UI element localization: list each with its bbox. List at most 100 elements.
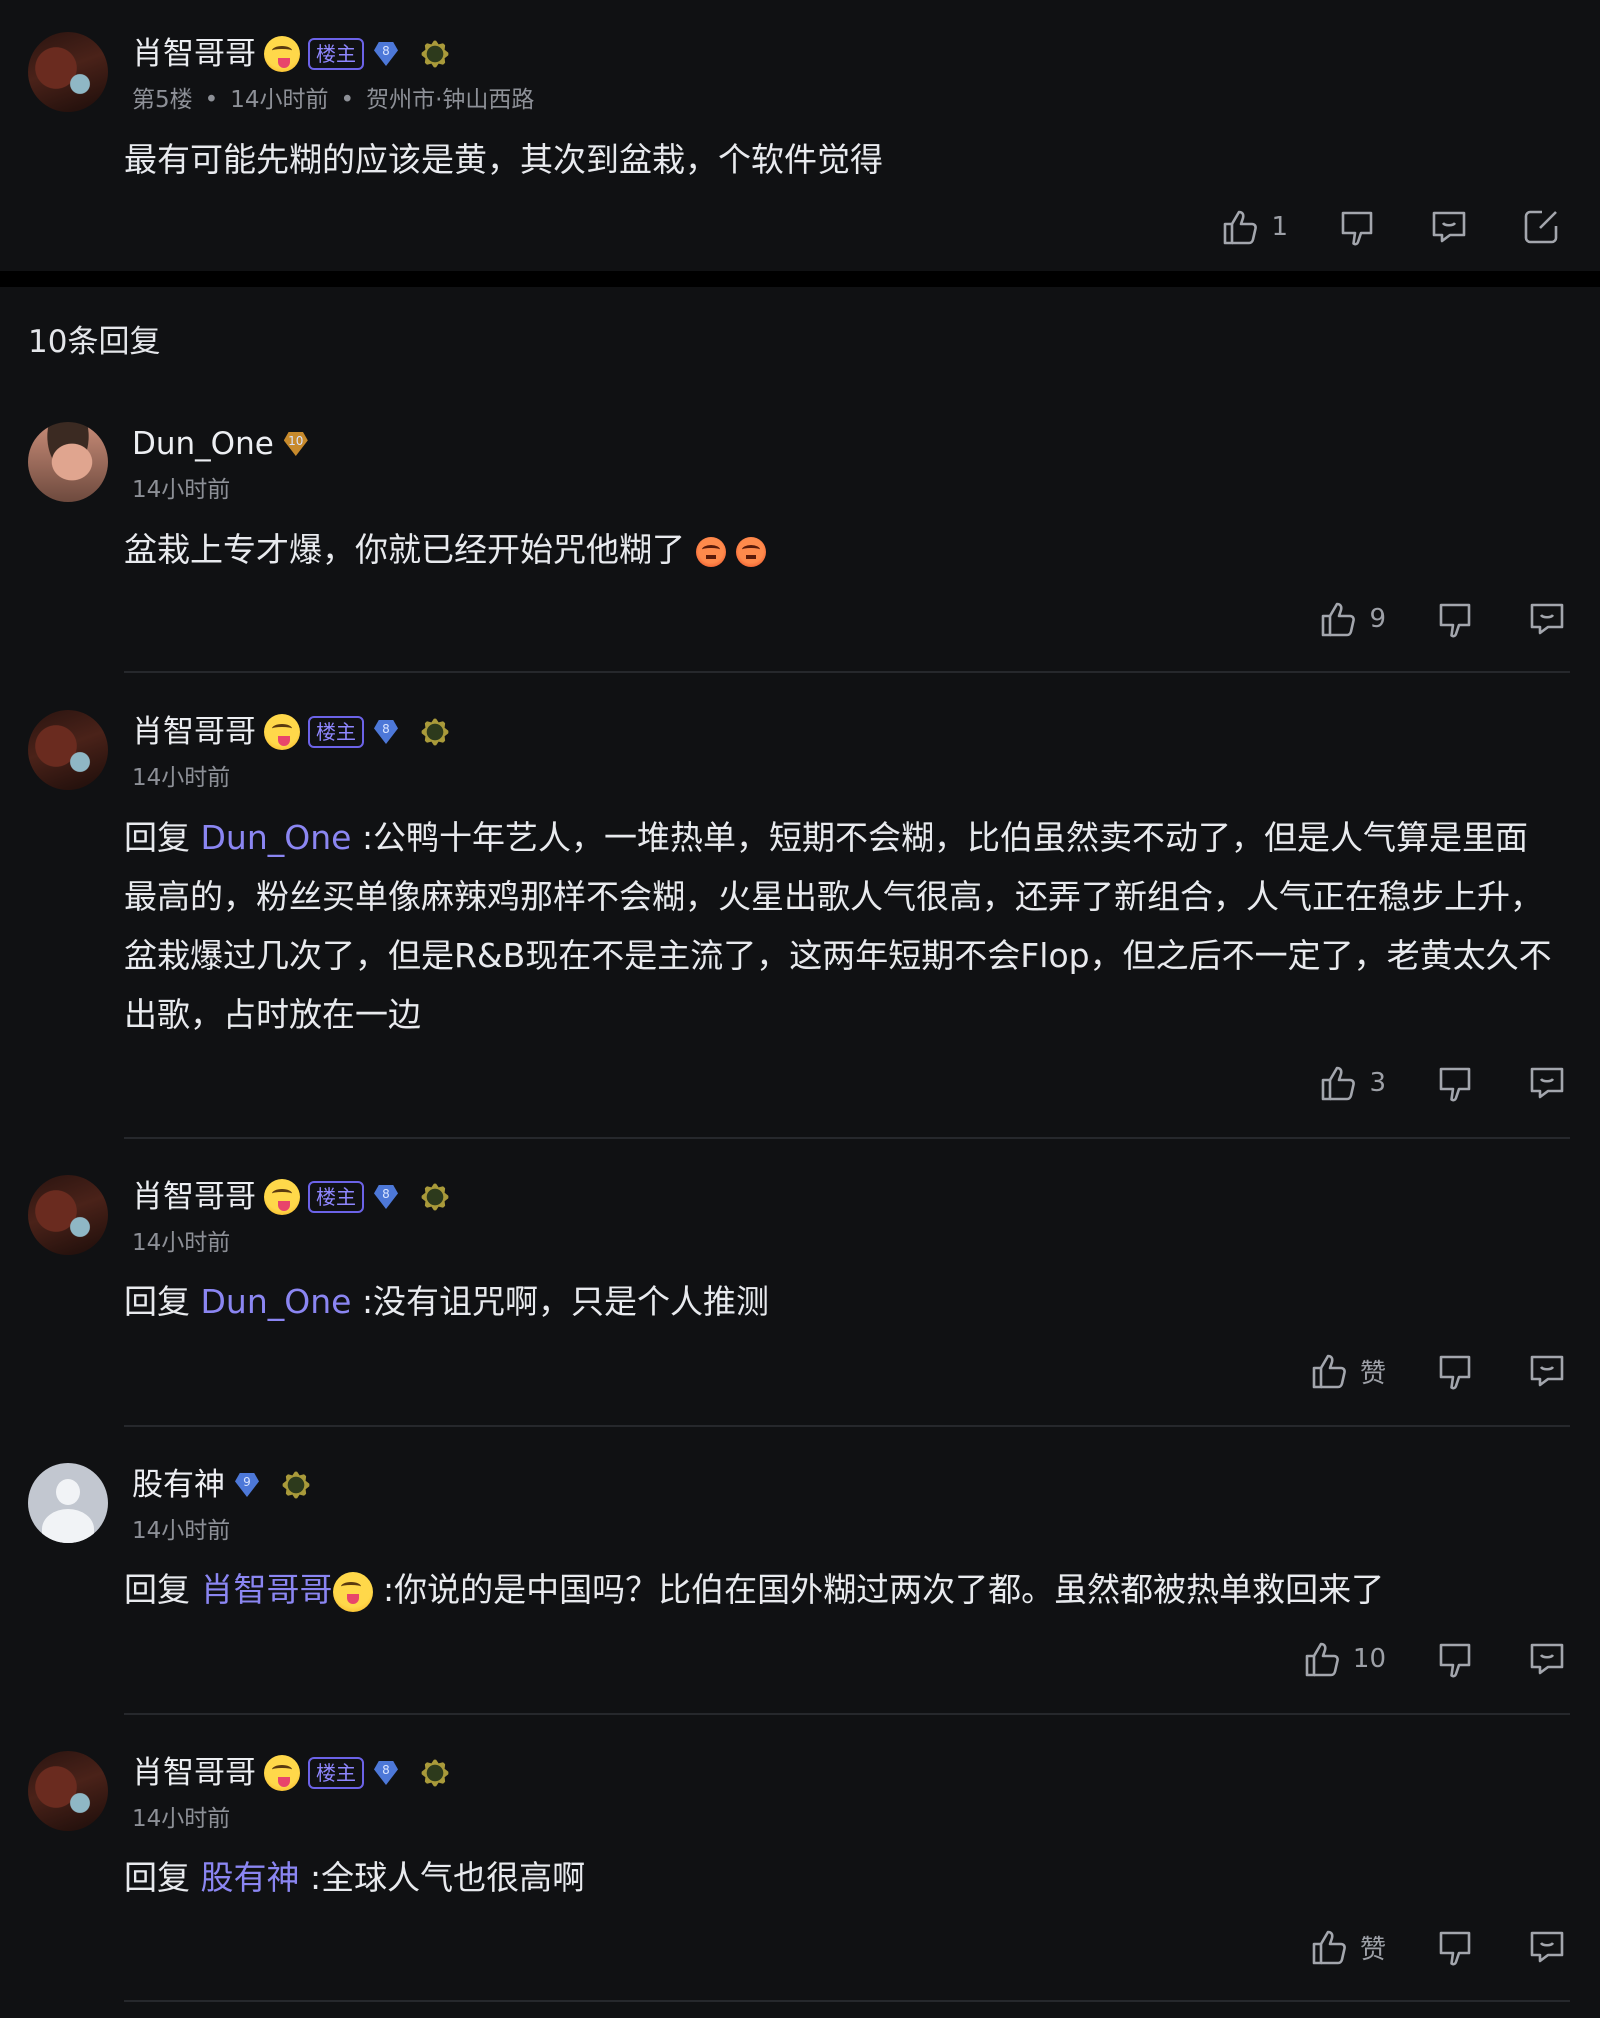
reply-separator [124,1713,1570,1715]
reply-separator [124,2000,1570,2002]
avatar[interactable] [28,32,108,112]
thumbs-down-icon [1432,596,1478,642]
reply-actions: 赞 [1306,1348,1570,1394]
dislike-button[interactable] [1432,1924,1478,1970]
username[interactable]: Dun_One [132,424,274,464]
tongue-emoji-icon [264,36,300,72]
owner-tag: 楼主 [308,38,364,70]
reply-actions: 3 [1315,1060,1570,1106]
reply-button[interactable] [1524,1636,1570,1682]
username[interactable]: 肖智哥哥 [132,34,256,74]
avatar[interactable] [28,1463,108,1543]
reply-content: 回复 Dun_One :公鸭十年艺人，一堆热单，短期不会糊，比伯虽然卖不动了，但… [124,808,1560,1044]
share-button[interactable] [1518,204,1564,250]
reply-content: 盆栽上专才爆，你就已经开始咒他糊了 [124,520,1560,579]
level-number: 8 [382,1187,390,1201]
level-badge-icon: 8 [372,720,400,744]
share-icon [1518,204,1564,250]
author-line: 肖智哥哥 楼主 8 [132,712,452,752]
owner-tag: 楼主 [308,1181,364,1213]
like-count: 1 [1271,212,1288,242]
author-line: 肖智哥哥 楼主 8 [132,1177,452,1217]
reply-prefix: 回复 [124,818,190,857]
reply-button[interactable] [1524,1348,1570,1394]
thumbs-up-icon [1315,1060,1361,1106]
username[interactable]: 股有神 [132,1465,225,1505]
mention-link[interactable]: 股有神 [201,1858,300,1897]
tongue-emoji-icon [264,1755,300,1791]
floor-number: 第5楼 [132,87,193,113]
medal-icon [418,1180,452,1214]
thumbs-up-icon [1315,596,1361,642]
username[interactable]: 肖智哥哥 [132,1177,256,1217]
username[interactable]: 肖智哥哥 [132,1753,256,1793]
mention-name: 肖智哥哥 [200,1570,333,1609]
like-count: 10 [1352,1644,1386,1674]
comment-icon [1524,596,1570,642]
avatar[interactable] [28,1175,108,1255]
dot-separator: • [204,87,219,113]
reply-button[interactable] [1524,1060,1570,1106]
dislike-button[interactable] [1432,1348,1478,1394]
angry-emoji-icon [736,536,766,567]
dislike-button[interactable] [1432,596,1478,642]
owner-tag: 楼主 [308,716,364,748]
like-count: 9 [1369,604,1386,634]
reply-actions: 9 [1315,596,1570,642]
level-badge-icon: 10 [282,432,310,456]
medal-icon [418,715,452,749]
like-button[interactable]: 赞 [1306,1924,1386,1970]
tongue-emoji-icon [332,1571,373,1612]
comment-icon [1524,1348,1570,1394]
avatar[interactable] [28,422,108,502]
section-divider [0,271,1600,287]
reply-text: :你说的是中国吗？比伯在国外糊过两次了都。虽然都被热单救回来了 [383,1570,1385,1609]
thumbs-down-icon [1432,1636,1478,1682]
like-button[interactable]: 3 [1315,1060,1386,1106]
reply-actions: 赞 [1306,1924,1570,1970]
medal-icon [279,1468,313,1502]
thumbs-up-icon [1306,1348,1352,1394]
author-line: Dun_One 10 [132,424,310,464]
post-actions: 1 [1217,204,1564,250]
thumbs-down-icon [1432,1348,1478,1394]
like-button[interactable]: 1 [1217,204,1288,250]
dislike-button[interactable] [1432,1060,1478,1106]
reply-prefix: 回复 [124,1282,190,1321]
reply-button[interactable] [1524,596,1570,642]
like-button[interactable]: 10 [1299,1636,1386,1682]
comment-icon [1524,1636,1570,1682]
level-number: 8 [382,44,390,58]
avatar[interactable] [28,710,108,790]
dislike-button[interactable] [1334,204,1380,250]
reply-time: 14小时前 [132,1806,231,1832]
reply-prefix: 回复 [124,1570,190,1609]
reply-separator [124,1137,1570,1139]
like-count: 赞 [1359,1934,1386,1965]
mention-link[interactable]: Dun_One [201,818,352,857]
medal-icon [418,37,452,71]
level-badge-icon: 8 [372,1185,400,1209]
post-content: 最有可能先糊的应该是黄，其次到盆栽，个软件觉得 [124,140,883,179]
dot-separator: • [340,87,355,113]
author-line: 股有神 9 [132,1465,313,1505]
tongue-emoji-icon [264,714,300,750]
reply-text: :全球人气也很高啊 [310,1858,586,1897]
dislike-button[interactable] [1432,1636,1478,1682]
level-badge-icon: 8 [372,1761,400,1785]
author-line: 肖智哥哥 楼主 8 [132,1753,452,1793]
username[interactable]: 肖智哥哥 [132,712,256,752]
reply-separator [124,1425,1570,1427]
reply-time: 14小时前 [132,1518,231,1544]
mention-link[interactable]: Dun_One [201,1282,352,1321]
reply-time: 14小时前 [132,765,231,791]
like-button[interactable]: 赞 [1306,1348,1386,1394]
reply-button[interactable] [1426,204,1472,250]
like-button[interactable]: 9 [1315,596,1386,642]
reply-button[interactable] [1524,1924,1570,1970]
level-number: 8 [382,722,390,736]
mention-link[interactable]: 肖智哥哥 [200,1570,373,1612]
avatar[interactable] [28,1751,108,1831]
comment-icon [1524,1924,1570,1970]
reply-text: 盆栽上专才爆，你就已经开始咒他糊了 [124,530,685,569]
